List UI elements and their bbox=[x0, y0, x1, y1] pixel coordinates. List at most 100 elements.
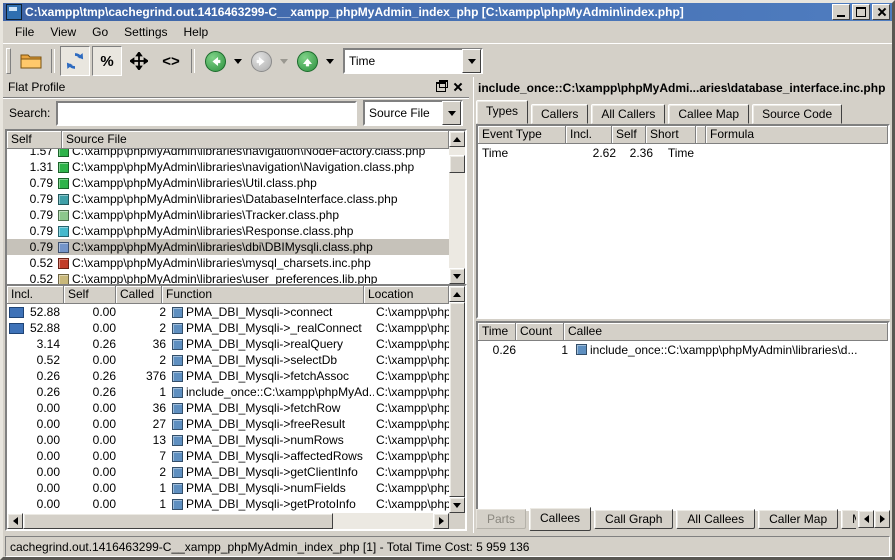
forward-button[interactable] bbox=[246, 46, 276, 76]
menu-go[interactable]: Go bbox=[84, 22, 116, 42]
swap-panels-button[interactable]: <> bbox=[156, 46, 186, 76]
column-header-time[interactable]: Time bbox=[478, 323, 516, 341]
menu-help[interactable]: Help bbox=[176, 22, 217, 42]
tab-types[interactable]: Types bbox=[476, 100, 528, 124]
event-type-select[interactable]: Time bbox=[343, 48, 483, 74]
toolbar-drag-handle[interactable] bbox=[6, 48, 11, 74]
source-file-row[interactable]: 0.79C:\xampp\phpMyAdmin\libraries\Util.c… bbox=[7, 175, 449, 191]
scroll-right-button[interactable] bbox=[433, 513, 449, 529]
column-header-event-type[interactable]: Event Type bbox=[478, 126, 566, 144]
function-table-vscrollbar[interactable] bbox=[449, 286, 465, 513]
scroll-up-button[interactable] bbox=[449, 131, 465, 147]
function-row[interactable]: 0.260.261include_once::C:\xampp\phpMyAd.… bbox=[7, 384, 449, 400]
column-header-spacer[interactable] bbox=[696, 126, 706, 144]
function-row[interactable]: 0.000.001PMA_DBI_Mysqli->getProtoInfoC:\… bbox=[7, 496, 449, 512]
column-header-self[interactable]: Self bbox=[612, 126, 646, 144]
scroll-up-button[interactable] bbox=[449, 286, 465, 302]
dock-float-button[interactable] bbox=[434, 81, 447, 93]
column-header-incl[interactable]: Incl. bbox=[566, 126, 612, 144]
move-arrows-icon bbox=[130, 52, 148, 70]
main-window: C:\xampp\tmp\cachegrind.out.1416463299-C… bbox=[0, 0, 895, 560]
source-file-row[interactable]: 0.79C:\xampp\phpMyAdmin\libraries\Tracke… bbox=[7, 207, 449, 223]
menu-view[interactable]: View bbox=[42, 22, 84, 42]
tab-scroll-left-button[interactable] bbox=[858, 510, 874, 528]
group-by-select[interactable]: Source File bbox=[363, 100, 463, 126]
source-file-row[interactable]: 0.79C:\xampp\phpMyAdmin\libraries\dbi\DB… bbox=[7, 239, 449, 255]
scroll-left-button[interactable] bbox=[7, 513, 23, 529]
function-row[interactable]: 0.000.007PMA_DBI_Mysqli->affectedRowsC:\… bbox=[7, 448, 449, 464]
function-row[interactable]: 0.000.0013PMA_DBI_Mysqli->numRowsC:\xamp… bbox=[7, 432, 449, 448]
dock-title-bar[interactable]: Flat Profile bbox=[3, 77, 469, 98]
scrollbar-thumb[interactable] bbox=[449, 155, 465, 173]
column-header-short[interactable]: Short bbox=[646, 126, 696, 144]
source-file-row[interactable]: 0.52C:\xampp\phpMyAdmin\libraries\user_p… bbox=[7, 271, 449, 284]
tab-machine[interactable]: Machine bbox=[841, 509, 856, 529]
cycle-grouping-button[interactable] bbox=[60, 46, 90, 76]
function-row[interactable]: 52.880.002PMA_DBI_Mysqli->connectC:\xamp… bbox=[7, 304, 449, 320]
back-button[interactable] bbox=[200, 46, 230, 76]
function-row[interactable]: 52.880.002PMA_DBI_Mysqli->_realConnectC:… bbox=[7, 320, 449, 336]
dock-layout-button[interactable] bbox=[124, 46, 154, 76]
scrollbar-track[interactable] bbox=[333, 513, 433, 529]
column-header-count[interactable]: Count bbox=[516, 323, 564, 341]
title-bar[interactable]: C:\xampp\tmp\cachegrind.out.1416463299-C… bbox=[3, 3, 892, 21]
tab-callee-map[interactable]: Callee Map bbox=[668, 104, 749, 124]
back-dropdown-arrow[interactable] bbox=[234, 59, 242, 64]
scrollbar-thumb[interactable] bbox=[449, 302, 465, 497]
function-row[interactable]: 0.000.001PMA_DBI_Mysqli->numFieldsC:\xam… bbox=[7, 480, 449, 496]
dock-close-button[interactable] bbox=[451, 81, 464, 93]
search-input[interactable] bbox=[56, 101, 357, 126]
source-file-row[interactable]: 0.79C:\xampp\phpMyAdmin\libraries\Respon… bbox=[7, 223, 449, 239]
column-header-callee[interactable]: Callee bbox=[564, 323, 888, 341]
tab-caller-map[interactable]: Caller Map bbox=[758, 509, 838, 529]
column-header-source-file[interactable]: Source File bbox=[62, 131, 449, 149]
source-list-vscrollbar[interactable] bbox=[449, 131, 465, 284]
up-dropdown-arrow[interactable] bbox=[326, 59, 334, 64]
function-row[interactable]: 0.000.002PMA_DBI_Mysqli->getClientInfoC:… bbox=[7, 464, 449, 480]
tab-callers[interactable]: Callers bbox=[531, 104, 588, 124]
source-file-row[interactable]: 1.57C:\xampp\phpMyAdmin\libraries\naviga… bbox=[7, 149, 449, 159]
column-header-self[interactable]: Self bbox=[7, 131, 62, 149]
self-value: 0.00 bbox=[64, 465, 120, 479]
menu-settings[interactable]: Settings bbox=[116, 22, 175, 42]
column-header-function[interactable]: Function bbox=[162, 286, 364, 304]
callee-row[interactable]: 0.261include_once::C:\xampp\phpMyAdmin\l… bbox=[478, 341, 888, 358]
function-row[interactable]: 0.000.0036PMA_DBI_Mysqli->fetchRowC:\xam… bbox=[7, 400, 449, 416]
column-header-location[interactable]: Location bbox=[364, 286, 449, 304]
minimize-button[interactable] bbox=[832, 4, 850, 20]
function-row[interactable]: 0.520.002PMA_DBI_Mysqli->selectDbC:\xamp… bbox=[7, 352, 449, 368]
tab-all-callees[interactable]: All Callees bbox=[676, 509, 755, 529]
scroll-down-button[interactable] bbox=[449, 497, 465, 513]
open-file-button[interactable] bbox=[16, 46, 46, 76]
function-row[interactable]: 0.260.26376PMA_DBI_Mysqli->fetchAssocC:\… bbox=[7, 368, 449, 384]
close-button[interactable] bbox=[872, 4, 890, 20]
app-icon[interactable] bbox=[6, 4, 22, 20]
source-file-row[interactable]: 1.31C:\xampp\phpMyAdmin\libraries\naviga… bbox=[7, 159, 449, 175]
combo-dropdown-button[interactable] bbox=[462, 49, 481, 73]
source-file-row[interactable]: 0.52C:\xampp\phpMyAdmin\libraries\mysql_… bbox=[7, 255, 449, 271]
source-file-row[interactable]: 0.79C:\xampp\phpMyAdmin\libraries\Databa… bbox=[7, 191, 449, 207]
scrollbar-thumb[interactable] bbox=[23, 513, 333, 529]
maximize-button[interactable] bbox=[852, 4, 870, 20]
function-row[interactable]: 3.140.2636PMA_DBI_Mysqli->realQueryC:\xa… bbox=[7, 336, 449, 352]
tab-all-callers[interactable]: All Callers bbox=[591, 104, 665, 124]
tab-source-code[interactable]: Source Code bbox=[752, 104, 842, 124]
function-row[interactable]: 0.000.0027PMA_DBI_Mysqli->freeResultC:\x… bbox=[7, 416, 449, 432]
relative-percent-toggle[interactable]: % bbox=[92, 46, 122, 76]
function-cell: PMA_DBI_Mysqli->getClientInfo bbox=[170, 465, 374, 479]
tab-scroll-right-button[interactable] bbox=[874, 510, 890, 528]
types-row[interactable]: Time2.622.36Time bbox=[478, 144, 888, 161]
column-header-called[interactable]: Called bbox=[116, 286, 162, 304]
tab-callees[interactable]: Callees bbox=[529, 507, 591, 531]
function-table-hscrollbar[interactable] bbox=[7, 513, 449, 529]
column-header-incl[interactable]: Incl. bbox=[7, 286, 64, 304]
arrow-up-icon bbox=[453, 137, 461, 142]
scroll-down-button[interactable] bbox=[449, 268, 465, 284]
up-button[interactable] bbox=[292, 46, 322, 76]
combo-dropdown-button[interactable] bbox=[442, 101, 461, 125]
forward-dropdown-arrow[interactable] bbox=[280, 59, 288, 64]
column-header-formula[interactable]: Formula bbox=[706, 126, 888, 144]
column-header-self[interactable]: Self bbox=[64, 286, 116, 304]
tab-call-graph[interactable]: Call Graph bbox=[594, 509, 673, 529]
menu-file[interactable]: File bbox=[7, 22, 42, 42]
